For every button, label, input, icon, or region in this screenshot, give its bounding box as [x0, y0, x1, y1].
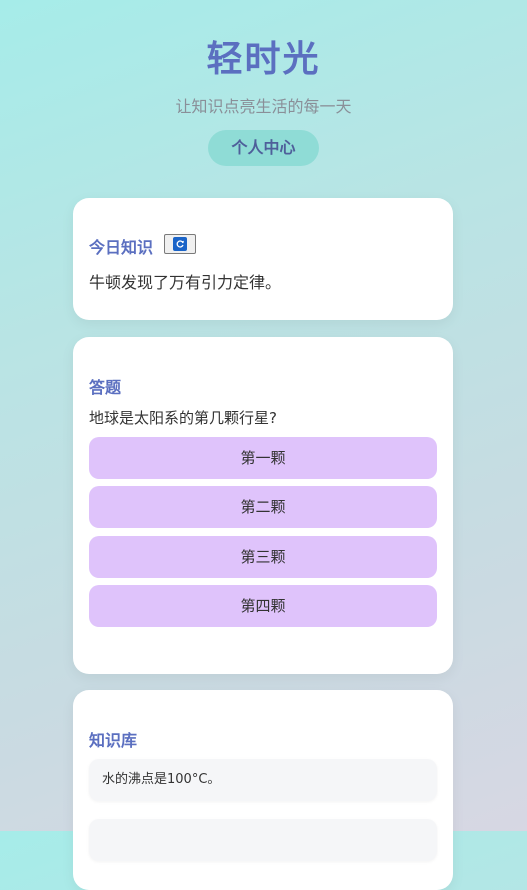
app-subtitle: 让知识点亮生活的每一天	[175, 97, 352, 116]
quiz-option-2[interactable]: 第二颗	[89, 486, 437, 528]
library-item: 水的沸点是100°C。	[89, 759, 437, 801]
knowledge-library-title: 知识库	[89, 731, 138, 750]
today-knowledge-card: 今日知识 牛顿发现了万有引力定律。	[73, 198, 453, 320]
quiz-title: 答题	[89, 378, 122, 397]
quiz-option-1[interactable]: 第一颗	[89, 437, 437, 479]
quiz-question: 地球是太阳系的第几颗行星?	[89, 409, 277, 427]
quiz-card: 答题 地球是太阳系的第几颗行星? 第一颗 第二颗 第三颗 第四颗	[73, 337, 453, 674]
quiz-option-4[interactable]: 第四颗	[89, 585, 437, 627]
today-knowledge-title: 今日知识	[89, 238, 154, 257]
refresh-button[interactable]	[164, 234, 196, 254]
today-knowledge-text: 牛顿发现了万有引力定律。	[89, 273, 282, 292]
quiz-option-3[interactable]: 第三颗	[89, 536, 437, 578]
library-item	[89, 819, 437, 861]
profile-center-button[interactable]: 个人中心	[208, 130, 319, 166]
knowledge-library-card: 知识库 水的沸点是100°C。	[73, 690, 453, 890]
refresh-icon	[173, 237, 187, 251]
app-title: 轻时光	[206, 39, 321, 80]
